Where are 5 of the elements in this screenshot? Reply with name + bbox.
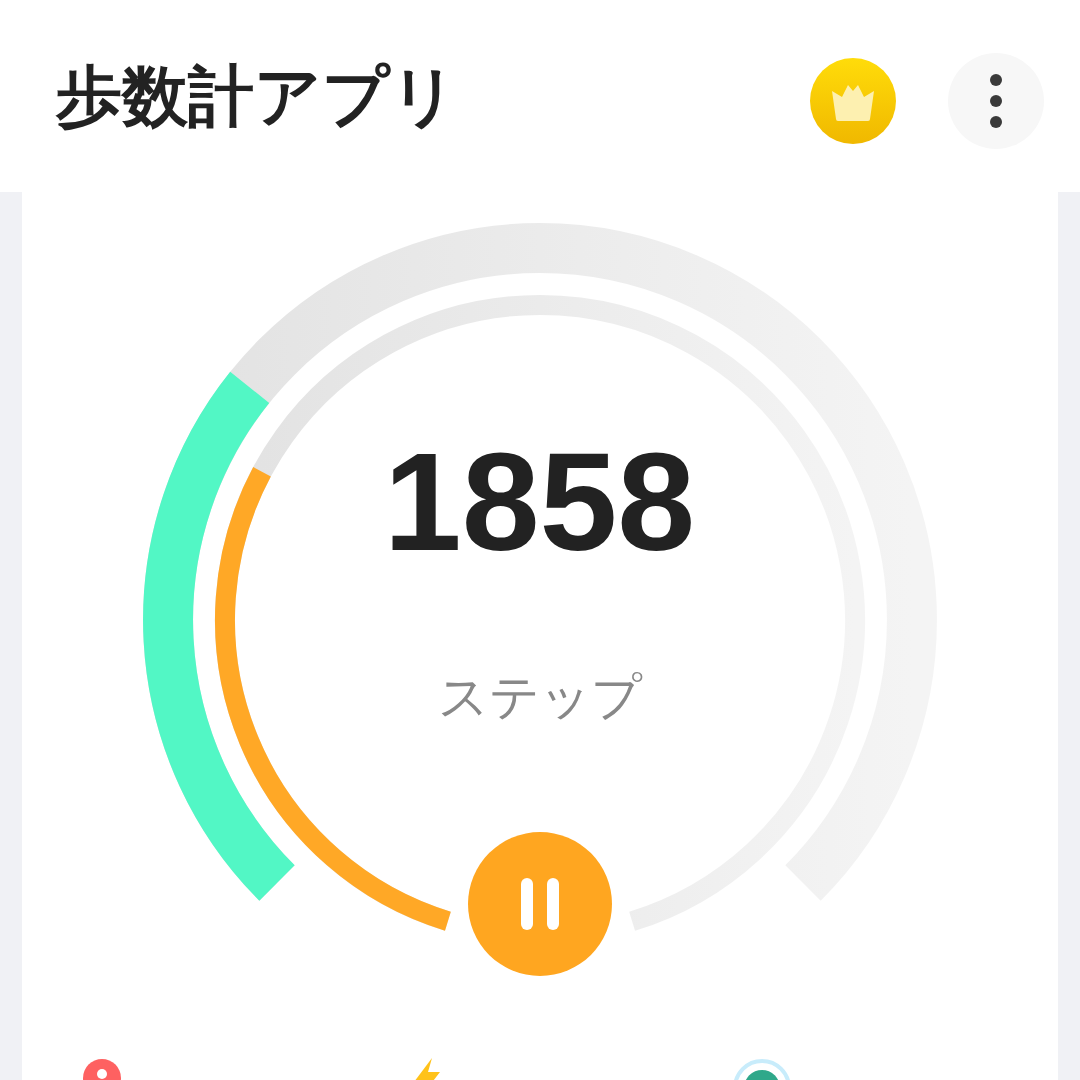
app-title: 歩数計アプリ (56, 57, 459, 135)
more-icon (989, 73, 1003, 129)
step-count: 1858 (383, 432, 696, 572)
pause-icon (519, 876, 561, 932)
step-unit: ステップ (437, 672, 642, 722)
